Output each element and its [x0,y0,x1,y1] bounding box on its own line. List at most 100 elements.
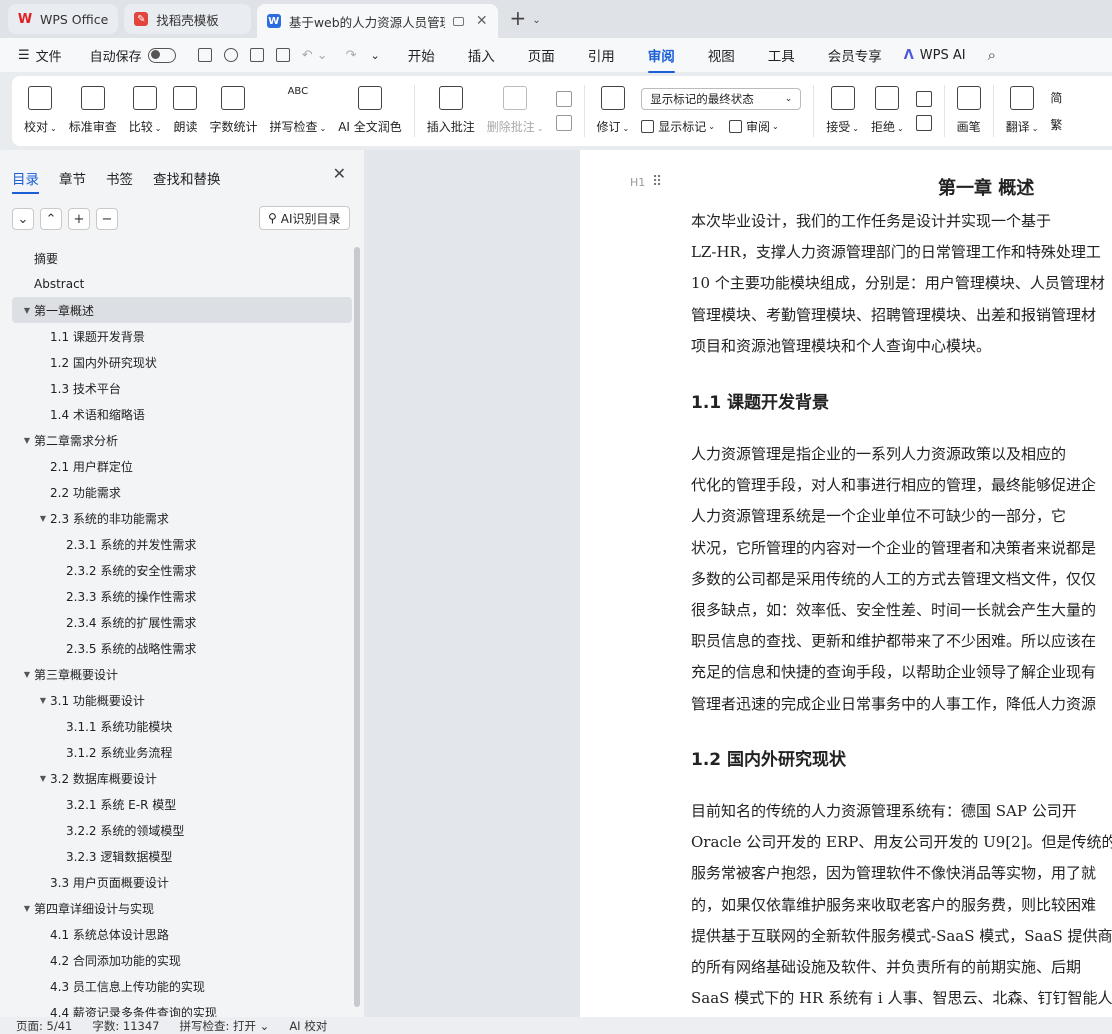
wps-ai-button[interactable]: Λ WPS AI [904,48,966,63]
collapse-arrow-icon[interactable]: ▼ [36,696,50,705]
toc-item[interactable]: 摘要 [12,245,352,271]
pen-button[interactable]: 画笔 [956,82,981,140]
word-count-button[interactable]: 字数统计 [209,82,257,140]
document-page[interactable]: H1 ⠿ 第一章 概述 本次毕业设计，我们的工作任务是设计并实现一个基于 LZ-H… [580,150,1112,1017]
nav-tab-toc[interactable]: 目录 [12,168,39,194]
toc-item[interactable]: 3.2.3 逻辑数据模型 [12,843,352,869]
compare-button[interactable]: 比较 ⌄ [129,82,161,140]
share-icon[interactable] [223,48,238,62]
toc-item[interactable]: 1.4 术语和缩略语 [12,401,352,427]
toc-item[interactable]: 2.3.5 系统的战略性需求 [12,635,352,661]
track-changes-button[interactable]: 修订 ⌄ [597,82,629,140]
toc-item[interactable]: ▼ 第一章概述 [12,297,352,323]
toc-item[interactable]: 3.2.1 系统 E-R 模型 [12,791,352,817]
print-icon[interactable] [249,48,264,62]
tab-document[interactable]: W 基于web的人力资源人员管理 ✕ [256,4,498,38]
toc-item[interactable]: 3.1.2 系统业务流程 [12,739,352,765]
drag-handle-icon[interactable]: ⠿ [652,174,662,190]
undo-icon[interactable]: ↶ ⌄ [302,48,328,63]
chevron-down-icon[interactable]: ⌄ [12,208,34,230]
proofread-button[interactable]: 校对 ⌄ [24,82,57,140]
translate-button[interactable]: 翻译 ⌄ [1006,82,1038,140]
toc-item[interactable]: 1.2 国内外研究现状 [12,349,352,375]
insert-comment-button[interactable]: 插入批注 [427,82,475,140]
toc-item[interactable]: 3.3 用户页面概要设计 [12,869,352,895]
reject-button[interactable]: 拒绝 ⌄ [871,82,904,140]
display-mode-select[interactable]: 显示标记的最终状态 ⌄ [641,87,802,110]
collapse-arrow-icon[interactable]: ▼ [20,306,34,315]
ai-polish-button[interactable]: AI 全文润色 [338,82,402,140]
collapse-arrow-icon[interactable]: ▼ [36,514,50,523]
review-pane-button[interactable]: 审阅 ⌄ [728,118,779,135]
save-icon[interactable] [197,48,212,62]
toc-item[interactable]: 4.1 系统总体设计思路 [12,921,352,947]
toc-item[interactable]: 2.3.4 系统的扩展性需求 [12,609,352,635]
standard-review-button[interactable]: 标准审查 [69,82,117,140]
toc-item[interactable]: 2.3.3 系统的操作性需求 [12,583,352,609]
toc-item[interactable]: ▼ 3.1 功能概要设计 [12,687,352,713]
file-menu[interactable]: ☰ 文件 [18,46,62,65]
nav-tab-bookmarks[interactable]: 书签 [106,168,133,188]
tab-wps-office[interactable]: W WPS Office [8,4,119,34]
print-preview-icon[interactable] [275,48,290,62]
toc-item[interactable]: 4.2 合同添加功能的实现 [12,947,352,973]
toc-item[interactable]: 1.1 课题开发背景 [12,323,352,349]
toc-item[interactable]: 4.4 薪资记录多条件查询的实现 [12,999,352,1018]
new-tab-icon[interactable]: + [510,6,527,30]
toc-item[interactable]: 3.2.2 系统的领域模型 [12,817,352,843]
previous-comment-icon[interactable] [555,91,572,107]
collapse-arrow-icon[interactable]: ▼ [20,904,34,913]
spellcheck-indicator[interactable]: 拼写检查: 打开 ⌄ [179,1018,269,1034]
tab-page[interactable]: 页面 [528,45,555,65]
nav-tab-find-replace[interactable]: 查找和替换 [153,168,221,188]
trad-simp-group[interactable]: 简 繁 [1050,89,1062,133]
plus-icon[interactable]: + [68,208,90,230]
toc-item[interactable]: 3.1.1 系统功能模块 [12,713,352,739]
page-indicator[interactable]: 页面: 5/41 [16,1018,72,1034]
tab-view[interactable]: 视图 [708,45,735,65]
toc-item[interactable]: ▼ 2.3 系统的非功能需求 [12,505,352,531]
redo-icon[interactable]: ↷ [346,48,357,63]
scrollbar[interactable] [354,247,360,1007]
search-icon[interactable]: ⌕ [988,46,996,64]
tab-insert[interactable]: 插入 [468,45,495,65]
close-icon[interactable]: ✕ [333,164,346,183]
minus-icon[interactable]: − [96,208,118,230]
tab-list-chevron-icon[interactable]: ⌄ [532,15,540,26]
tab-home[interactable]: 开始 [408,45,435,65]
tab-references[interactable]: 引用 [588,45,615,65]
toc-item[interactable]: 4.3 员工信息上传功能的实现 [12,973,352,999]
toc-item[interactable]: 2.1 用户群定位 [12,453,352,479]
next-change-icon[interactable] [915,115,932,131]
collapse-arrow-icon[interactable]: ▼ [20,436,34,445]
accept-button[interactable]: 接受 ⌄ [826,82,859,140]
tab-review[interactable]: 审阅 [647,45,675,73]
toc-item[interactable]: ▼ 第三章概要设计 [12,661,352,687]
toc-item[interactable]: 1.3 技术平台 [12,375,352,401]
nav-tab-sections[interactable]: 章节 [59,168,86,188]
toc-item[interactable]: 2.2 功能需求 [12,479,352,505]
toc-item[interactable]: ▼ 第四章详细设计与实现 [12,895,352,921]
next-comment-icon[interactable] [555,115,572,131]
ai-toc-button[interactable]: ⚲ AI识别目录 [259,206,350,230]
toc-item[interactable]: 2.3.1 系统的并发性需求 [12,531,352,557]
previous-change-icon[interactable] [915,91,932,107]
tab-docer-templates[interactable]: ✎ 找稻壳模板 [124,4,251,34]
collapse-arrow-icon[interactable]: ▼ [36,774,50,783]
tab-tools[interactable]: 工具 [768,45,795,65]
spellcheck-button[interactable]: ABC 拼写检查 ⌄ [269,82,326,140]
close-tab-icon[interactable]: ✕ [476,13,488,29]
read-aloud-button[interactable]: 朗读 [173,82,197,140]
word-count-indicator[interactable]: 字数: 11347 [92,1018,159,1034]
collapse-arrow-icon[interactable]: ▼ [20,670,34,679]
more-chevron-icon[interactable]: ⌄ [371,49,380,62]
toggle-switch-icon[interactable] [147,47,176,63]
toc-item[interactable]: Abstract [12,271,352,297]
tab-member[interactable]: 会员专享 [828,45,882,65]
delete-comment-button[interactable]: 删除批注 ⌄ [487,82,544,140]
autosave-toggle[interactable]: 自动保存 [90,46,176,65]
toc-item[interactable]: 2.3.2 系统的安全性需求 [12,557,352,583]
chevron-up-icon[interactable]: ⌃ [40,208,62,230]
monitor-icon[interactable] [452,16,464,26]
toc-item[interactable]: ▼ 3.2 数据库概要设计 [12,765,352,791]
